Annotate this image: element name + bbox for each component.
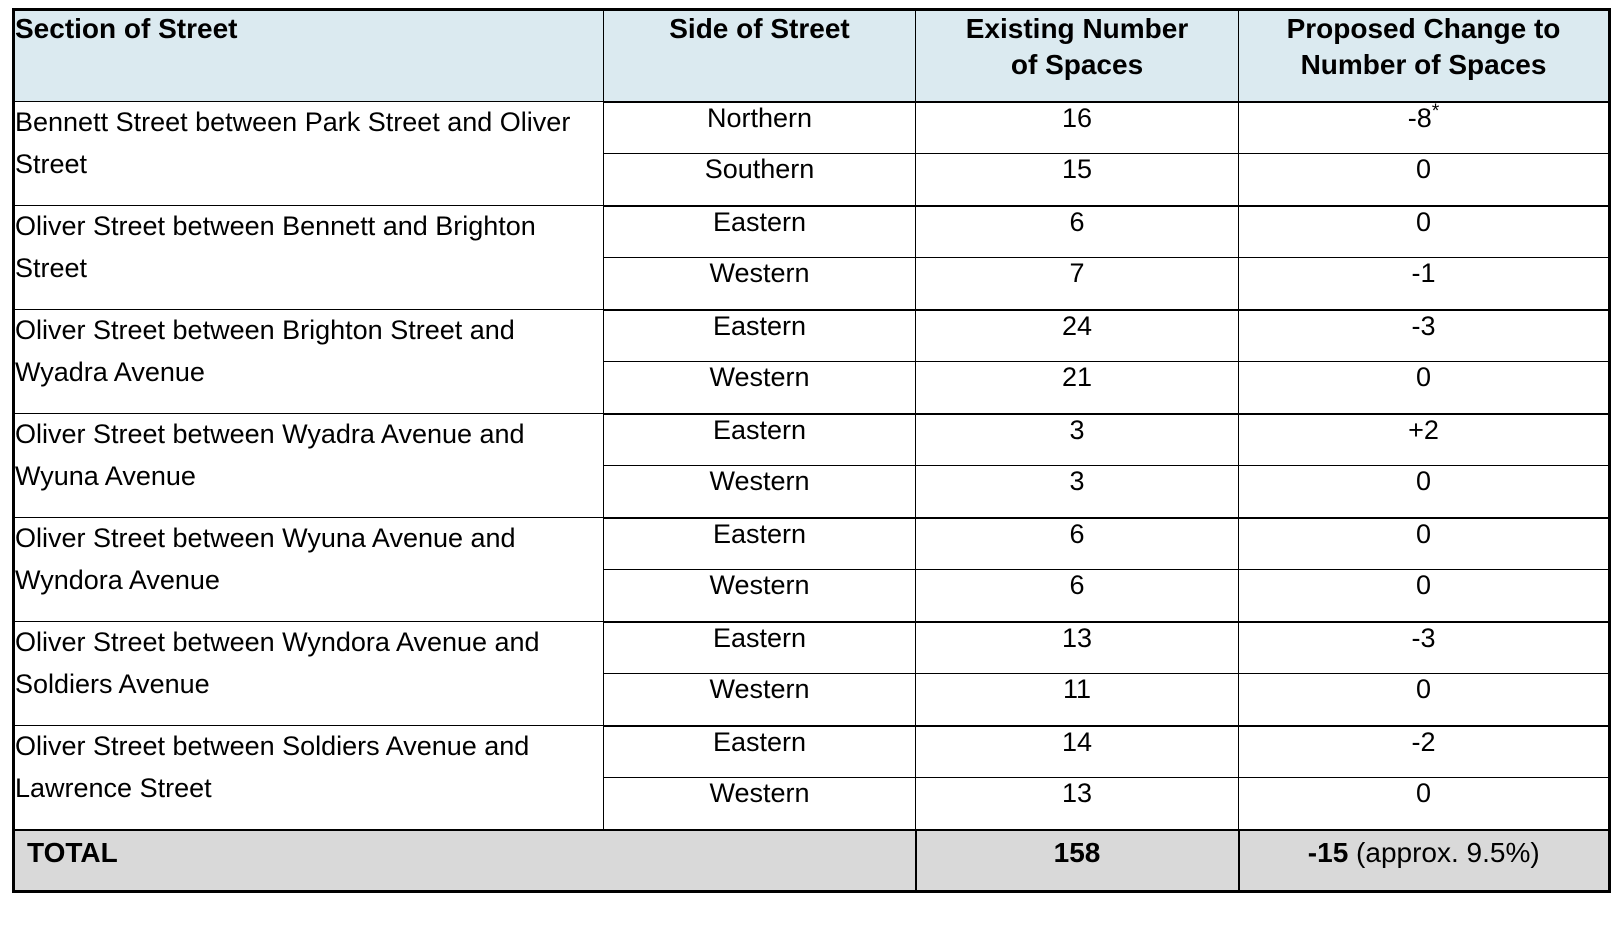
- cell-section-of-street: Bennett Street between Park Street and O…: [13, 101, 604, 206]
- proposed-change-value: 0: [1415, 206, 1432, 237]
- column-header-existing-line2: of Spaces: [1010, 48, 1144, 80]
- cell-existing-number-of-spaces: 6: [915, 204, 1239, 258]
- column-header-proposed-line2: Number of Spaces: [1300, 48, 1547, 80]
- header-row: Section of Street Side of Street Existin…: [13, 9, 1610, 102]
- cell-proposed-change-to-number-of-spaces: 0: [1238, 204, 1610, 258]
- cell-side-of-street: Western: [603, 465, 916, 519]
- table-row: Oliver Street between Wyuna Avenue and W…: [13, 516, 1610, 622]
- cell-existing-number-of-spaces: 7: [915, 257, 1239, 311]
- table-row: Bennett Street between Park Street and O…: [13, 99, 1610, 206]
- cell-proposed-change-to-number-of-spaces: 0: [1238, 153, 1610, 207]
- footnote-asterisk-icon: *: [1431, 99, 1440, 122]
- column-header-proposed-line1: Proposed Change to: [1286, 13, 1561, 44]
- table-row: Oliver Street between Wyndora Avenue and…: [13, 620, 1610, 726]
- cell-side-of-street: Eastern: [603, 620, 916, 674]
- parking-spaces-table-container: Section of Street Side of Street Existin…: [12, 8, 1611, 893]
- cell-section-of-street: Oliver Street between Wyadra Avenue and …: [13, 413, 604, 518]
- cell-existing-number-of-spaces: 21: [915, 361, 1239, 415]
- proposed-change-value: 0: [1415, 674, 1432, 704]
- cell-existing-number-of-spaces: 13: [915, 777, 1239, 831]
- cell-side-of-street: Western: [603, 569, 916, 623]
- column-header-proposed-change-to-number-of-spaces: Proposed Change to Number of Spaces: [1238, 9, 1610, 102]
- cell-proposed-change-to-number-of-spaces: -3: [1238, 308, 1610, 362]
- table-row: Oliver Street between Wyadra Avenue and …: [13, 412, 1610, 518]
- cell-proposed-change-to-number-of-spaces: +2: [1238, 412, 1610, 466]
- proposed-change-value: -8: [1407, 102, 1432, 133]
- cell-side-of-street: Eastern: [603, 204, 916, 258]
- proposed-change-value: 0: [1415, 570, 1432, 600]
- proposed-change-value: 0: [1415, 154, 1432, 184]
- cell-existing-number-of-spaces: 3: [915, 412, 1239, 466]
- column-header-side-of-street: Side of Street: [603, 9, 916, 102]
- cell-side-of-street: Southern: [603, 153, 916, 207]
- cell-existing-number-of-spaces: 11: [915, 673, 1239, 727]
- cell-side-of-street: Western: [603, 777, 916, 831]
- cell-proposed-change-to-number-of-spaces: 0: [1238, 673, 1610, 727]
- cell-side-of-street: Western: [603, 673, 916, 727]
- cell-proposed-change-to-number-of-spaces: -8*: [1238, 99, 1610, 154]
- cell-proposed-change-to-number-of-spaces: -3: [1238, 620, 1610, 674]
- cell-section-of-street: Oliver Street between Wyuna Avenue and W…: [13, 517, 604, 622]
- proposed-change-value: -2: [1411, 726, 1436, 757]
- column-header-existing-line1: Existing Number: [965, 13, 1189, 44]
- cell-proposed-change-to-number-of-spaces: 0: [1238, 465, 1610, 519]
- total-label: TOTAL: [12, 828, 917, 893]
- cell-existing-number-of-spaces: 16: [915, 100, 1239, 154]
- cell-section-of-street: Oliver Street between Brighton Street an…: [13, 309, 604, 414]
- table-header: Section of Street Side of Street Existin…: [13, 9, 1610, 102]
- cell-side-of-street: Eastern: [603, 412, 916, 466]
- cell-side-of-street: Western: [603, 257, 916, 311]
- cell-existing-number-of-spaces: 3: [915, 465, 1239, 519]
- table-row: Oliver Street between Bennett and Bright…: [13, 204, 1610, 310]
- proposed-change-value: -3: [1411, 310, 1436, 341]
- cell-existing-number-of-spaces: 6: [915, 516, 1239, 570]
- cell-existing-number-of-spaces: 6: [915, 569, 1239, 623]
- cell-proposed-change-to-number-of-spaces: 0: [1238, 569, 1610, 623]
- column-header-existing-number-of-spaces: Existing Number of Spaces: [915, 9, 1239, 102]
- cell-side-of-street: Eastern: [603, 724, 916, 778]
- cell-existing-number-of-spaces: 13: [915, 620, 1239, 674]
- cell-existing-number-of-spaces: 24: [915, 308, 1239, 362]
- proposed-change-value: 0: [1415, 518, 1432, 549]
- total-existing-number-of-spaces: 158: [914, 828, 1240, 893]
- cell-proposed-change-to-number-of-spaces: 0: [1238, 516, 1610, 570]
- cell-side-of-street: Northern: [603, 100, 916, 154]
- cell-side-of-street: Eastern: [603, 308, 916, 362]
- table-row: Oliver Street between Soldiers Avenue an…: [13, 724, 1610, 830]
- column-header-section-of-street: Section of Street: [13, 9, 604, 102]
- cell-side-of-street: Western: [603, 361, 916, 415]
- proposed-change-value: 0: [1415, 362, 1432, 392]
- cell-proposed-change-to-number-of-spaces: 0: [1238, 777, 1610, 831]
- total-row: TOTAL 158 -15 (approx. 9.5%): [12, 828, 1611, 893]
- cell-proposed-change-to-number-of-spaces: -2: [1238, 724, 1610, 778]
- total-proposed-value: -15: [1307, 836, 1349, 868]
- cell-section-of-street: Oliver Street between Bennett and Bright…: [13, 205, 604, 310]
- proposed-change-value: +2: [1408, 414, 1439, 445]
- cell-section-of-street: Oliver Street between Soldiers Avenue an…: [13, 725, 604, 830]
- cell-side-of-street: Eastern: [603, 516, 916, 570]
- table-body: Bennett Street between Park Street and O…: [12, 99, 1611, 893]
- proposed-change-value: -1: [1411, 258, 1436, 288]
- proposed-change-value: 0: [1415, 778, 1432, 808]
- cell-existing-number-of-spaces: 15: [915, 153, 1239, 207]
- cell-existing-number-of-spaces: 14: [915, 724, 1239, 778]
- proposed-change-value: 0: [1415, 466, 1432, 496]
- cell-section-of-street: Oliver Street between Wyndora Avenue and…: [13, 621, 604, 726]
- total-proposed-percentage-note: (approx. 9.5%): [1348, 836, 1540, 868]
- cell-proposed-change-to-number-of-spaces: -1: [1238, 257, 1610, 311]
- total-proposed-change-to-number-of-spaces: -15 (approx. 9.5%): [1237, 828, 1611, 893]
- parking-spaces-table: Section of Street Side of Street Existin…: [12, 8, 1611, 893]
- proposed-change-value: -3: [1411, 622, 1436, 653]
- table-row: Oliver Street between Brighton Street an…: [13, 308, 1610, 414]
- cell-proposed-change-to-number-of-spaces: 0: [1238, 361, 1610, 415]
